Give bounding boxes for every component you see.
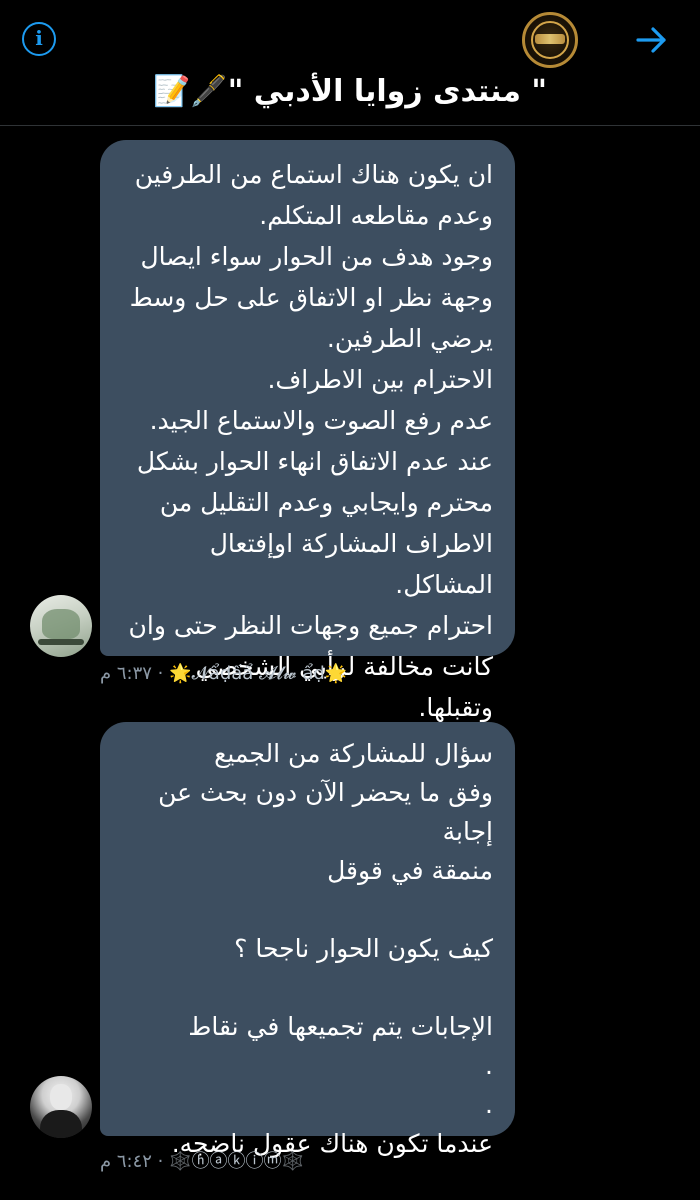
group-avatar-logo (535, 34, 565, 44)
conversation-title: " منتدى زوايا الأدبي "🖋️📝 (153, 74, 547, 109)
message-bubble[interactable]: ان يكون هناك استماع من الطرفين وعدم مقاط… (100, 140, 515, 722)
message-meta: 🌟𝓝ẩḍấẩ 𝓐𝓵𝔀 ẩḍ🌟 · ٦:٣٧ م (100, 663, 347, 684)
sender-avatar[interactable] (30, 595, 92, 657)
meta-separator: · (151, 1151, 164, 1172)
message-time: ٦:٤٢ م (100, 1151, 152, 1172)
conversation-header: i " منتدى زوايا الأدبي "🖋️📝 (0, 0, 700, 126)
group-avatar[interactable] (522, 12, 578, 68)
message-time: ٦:٣٧ م (100, 663, 152, 684)
avatar-caption (38, 639, 84, 645)
meta-separator: · (151, 663, 164, 684)
avatar-head (50, 1084, 72, 1110)
message-bubble[interactable]: سؤال للمشاركة من الجميع وفق ما يحضر الآن… (100, 722, 515, 1158)
info-icon[interactable]: i (22, 22, 56, 56)
message-meta: 🕸️ⓗⓐⓚⓘⓜ🕸️ · ٦:٤٢ م (100, 1147, 304, 1173)
sender-name: 🕸️ⓗⓐⓚⓘⓜ🕸️ (169, 1151, 304, 1172)
sender-avatar[interactable] (30, 1076, 92, 1138)
avatar-figure (40, 1110, 82, 1138)
sender-name: 🌟𝓝ẩḍấẩ 𝓐𝓵𝔀 ẩḍ🌟 (169, 663, 348, 684)
avatar-flower (42, 609, 80, 639)
arrow-right-icon[interactable] (632, 20, 672, 60)
